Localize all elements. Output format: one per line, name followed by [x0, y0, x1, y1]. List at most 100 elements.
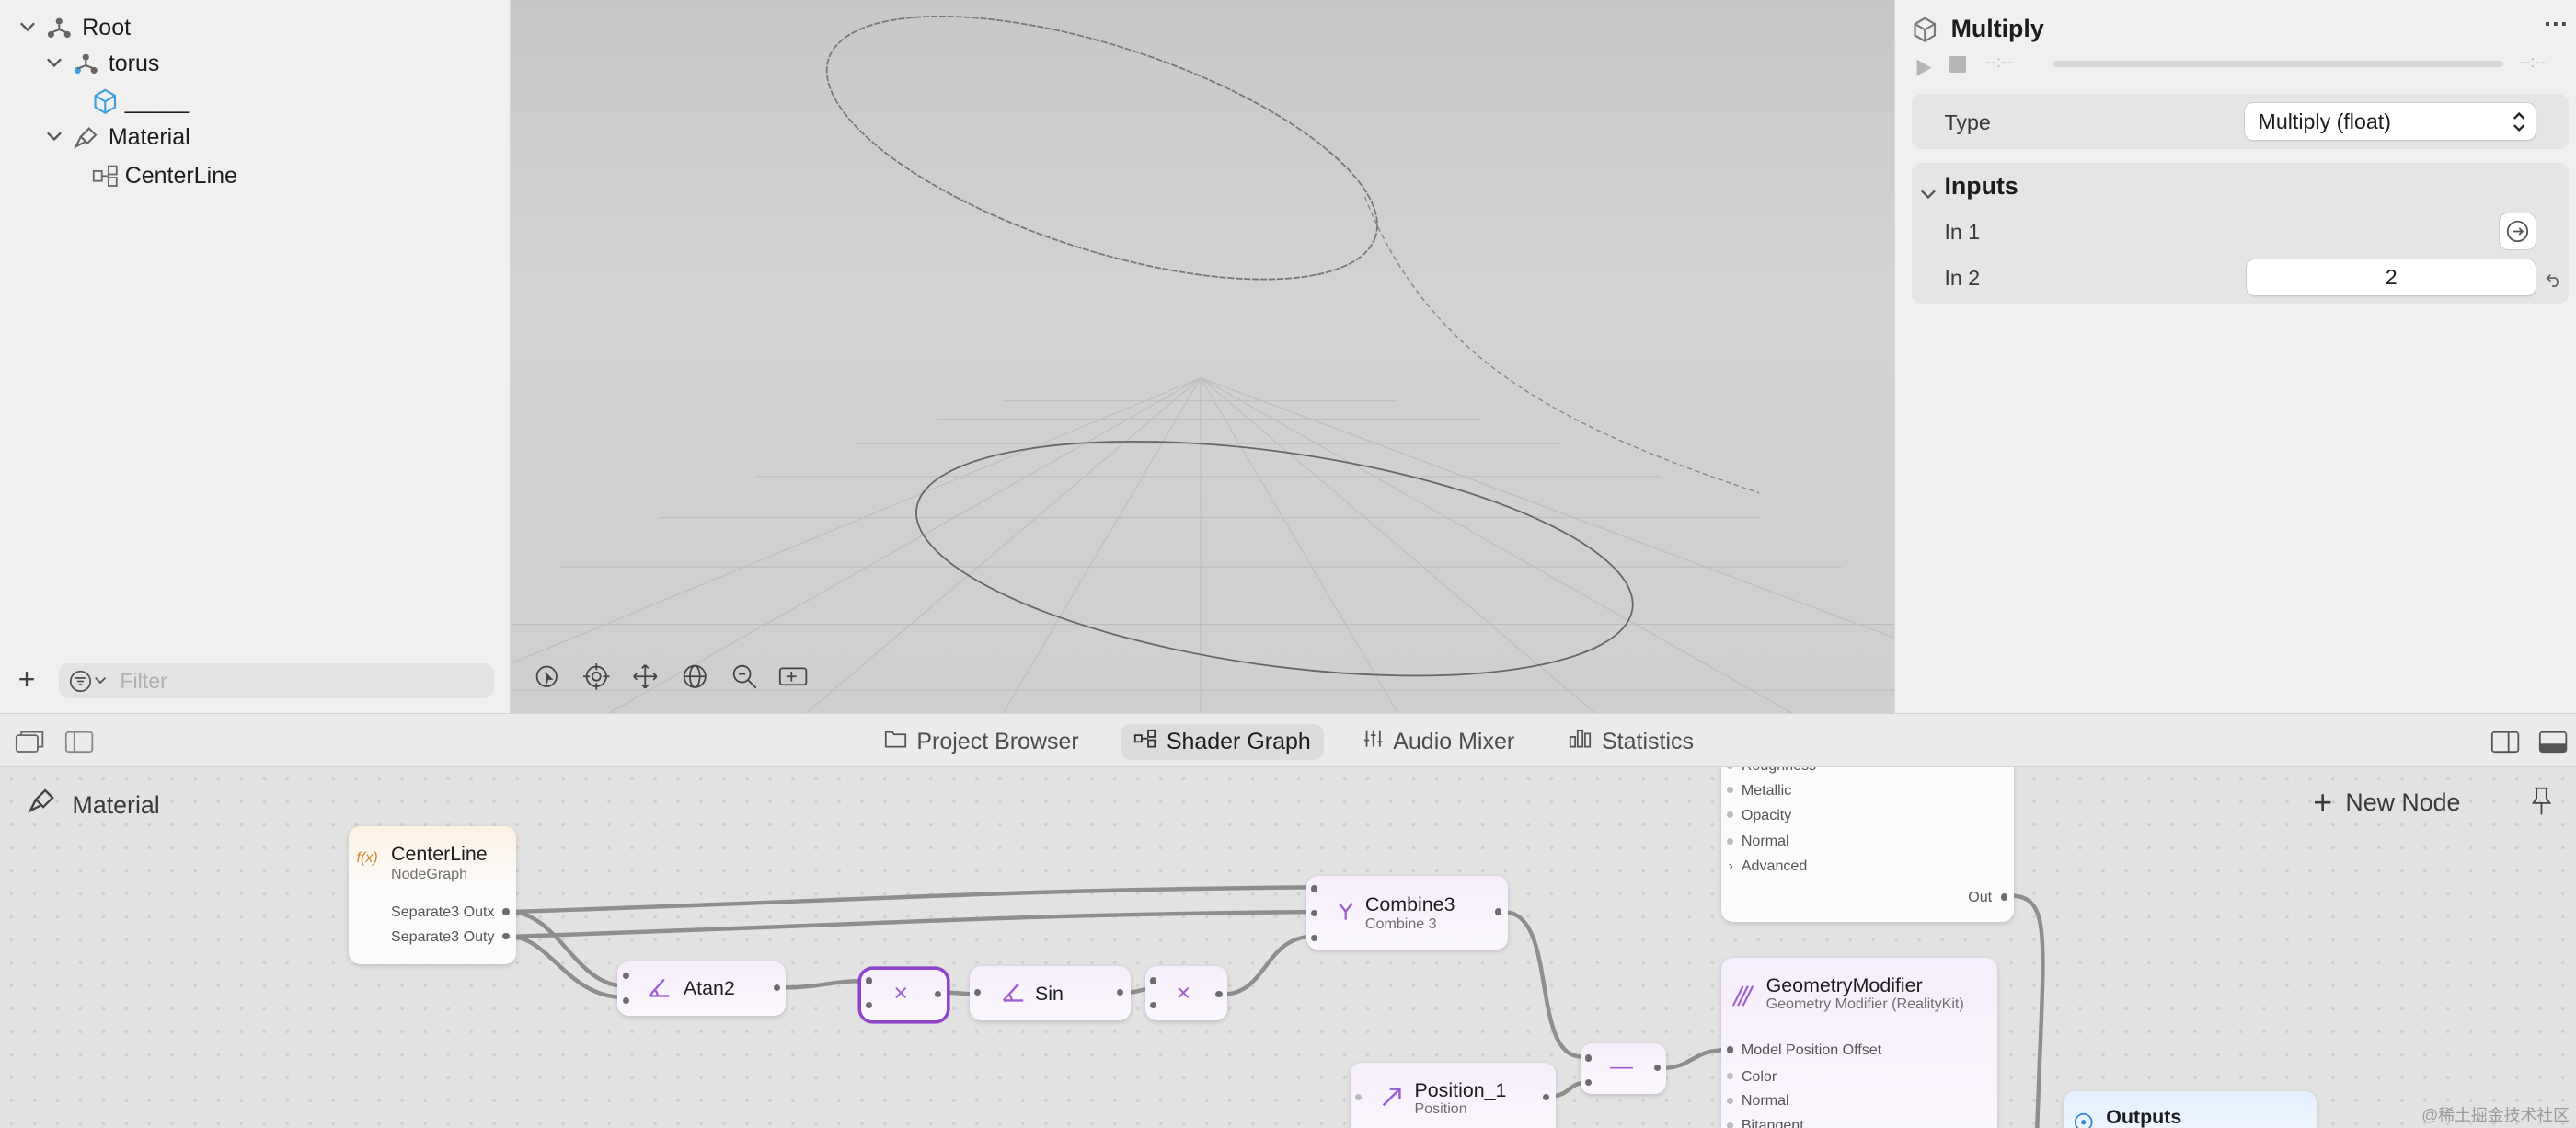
input-port-label: Normal: [1741, 833, 1789, 850]
input-port[interactable]: [973, 988, 982, 996]
input-port[interactable]: [1585, 1079, 1593, 1087]
output-port[interactable]: [774, 984, 781, 991]
tree-item-torus[interactable]: torus: [46, 46, 159, 82]
focus-icon[interactable]: [577, 657, 616, 696]
node-outputs[interactable]: Outputs: [2063, 1090, 2317, 1128]
tree-item-root[interactable]: Root: [19, 10, 131, 46]
sidebar-icon[interactable]: [64, 731, 94, 761]
chevron-down-icon[interactable]: [1920, 179, 1937, 210]
in1-label: In 1: [1944, 220, 1981, 245]
paintbrush-icon: [27, 787, 56, 823]
stop-icon[interactable]: [1949, 55, 1966, 73]
time-start: --:--: [1985, 52, 2012, 72]
input-port[interactable]: [622, 973, 629, 980]
new-node-button[interactable]: + New Node: [2313, 786, 2460, 819]
output-port[interactable]: [1494, 908, 1502, 915]
input-port[interactable]: [622, 996, 629, 1005]
input-port[interactable]: [1149, 977, 1157, 984]
input-port[interactable]: [1310, 935, 1318, 942]
node-title: Sin: [1034, 982, 1064, 1005]
camera-icon[interactable]: [774, 657, 813, 696]
input-port[interactable]: [866, 977, 873, 984]
chevron-down-icon[interactable]: [46, 128, 65, 147]
tab-label: Statistics: [1602, 728, 1694, 754]
tree-item-centerline[interactable]: CenterLine: [92, 157, 237, 193]
inputs-section: Inputs In 1 In 2 2: [1911, 162, 2570, 305]
hierarchy-icon: [46, 15, 73, 41]
type-label: Type: [1944, 109, 1991, 134]
output-port[interactable]: [1215, 990, 1223, 997]
reset-icon[interactable]: [2546, 264, 2562, 294]
input-port[interactable]: [1726, 766, 1733, 769]
node-multiply-selected[interactable]: ×: [860, 969, 947, 1020]
right-panel-icon[interactable]: [2490, 731, 2520, 761]
node-subtitle: Combine 3: [1364, 915, 1437, 932]
chevron-down-icon[interactable]: [19, 18, 39, 38]
node-subtract[interactable]: —: [1580, 1042, 1666, 1095]
more-icon[interactable]: ···: [2544, 10, 2569, 39]
chevron-down-icon[interactable]: [46, 54, 65, 74]
globe-icon[interactable]: [675, 657, 715, 696]
input-port[interactable]: [1726, 837, 1733, 845]
output-port[interactable]: [502, 908, 510, 915]
tree-item-mesh[interactable]: _____: [92, 84, 189, 120]
pin-icon[interactable]: [2530, 787, 2553, 823]
play-icon[interactable]: [1914, 54, 1933, 85]
node-combine3[interactable]: Combine3 Combine 3: [1305, 875, 1509, 950]
input-port[interactable]: [1355, 1094, 1363, 1101]
multiply-icon: ×: [1176, 979, 1191, 1007]
output-port[interactable]: [502, 933, 510, 940]
output-port[interactable]: [1117, 988, 1124, 996]
tree-item-label: CenterLine: [124, 162, 237, 189]
output-port[interactable]: [1654, 1065, 1662, 1072]
in2-field[interactable]: 2: [2247, 259, 2536, 296]
in2-value: 2: [2385, 265, 2398, 290]
input-port[interactable]: [1310, 910, 1318, 917]
input-port[interactable]: [1726, 1097, 1733, 1104]
output-port[interactable]: [2000, 893, 2008, 901]
input-port[interactable]: [1726, 1122, 1733, 1128]
orbit-icon[interactable]: [527, 657, 567, 696]
type-select[interactable]: Multiply (float): [2245, 103, 2536, 140]
timeline-scrubber[interactable]: [2053, 61, 2503, 68]
add-icon[interactable]: +: [18, 662, 36, 696]
windows-icon[interactable]: [15, 729, 44, 763]
tab-audio-mixer[interactable]: Audio Mixer: [1351, 724, 1528, 760]
zoom-icon[interactable]: [724, 657, 764, 696]
filter-menu-icon[interactable]: [69, 670, 107, 693]
input-port[interactable]: [1726, 1046, 1733, 1053]
input-port[interactable]: [1310, 885, 1318, 892]
node-geometry-modifier[interactable]: GeometryModifier Geometry Modifier (Real…: [1721, 958, 1998, 1128]
pan-icon[interactable]: [626, 657, 665, 696]
type-section: Type Multiply (float): [1911, 93, 2570, 150]
connect-input-icon[interactable]: [2500, 213, 2536, 250]
node-position[interactable]: Position_1 Position: [1350, 1063, 1557, 1128]
node-atan2[interactable]: Atan2: [617, 961, 786, 1016]
input-port[interactable]: [866, 1002, 873, 1009]
input-port[interactable]: [1726, 811, 1733, 819]
node-centerline[interactable]: f(x) CenterLine NodeGraph Separate3 Outx…: [348, 826, 516, 965]
node-title: Combine3: [1364, 893, 1455, 916]
filter-input[interactable]: Filter: [59, 663, 495, 698]
tree-item-material[interactable]: Material: [46, 120, 190, 155]
tab-shader-graph[interactable]: Shader Graph: [1120, 723, 1325, 760]
input-port[interactable]: [1149, 1002, 1157, 1009]
tab-statistics[interactable]: Statistics: [1556, 724, 1707, 760]
input-port[interactable]: [1585, 1054, 1593, 1062]
input-port[interactable]: [1726, 787, 1733, 794]
tab-project-browser[interactable]: Project Browser: [870, 724, 1092, 760]
node-sin[interactable]: Sin: [969, 965, 1131, 1020]
output-port[interactable]: [935, 990, 942, 997]
chevron-right-icon[interactable]: ›: [1729, 858, 1733, 875]
node-surface[interactable]: Roughness Metallic Opacity Normal › Adva…: [1721, 766, 2015, 922]
watermark: @稀土掘金技术社区: [2421, 1106, 2570, 1125]
input-port[interactable]: [1726, 1073, 1733, 1080]
bottom-panel-icon[interactable]: [2538, 731, 2568, 761]
output-port[interactable]: [1542, 1094, 1549, 1101]
subtract-icon: —: [1609, 1053, 1633, 1079]
filter-placeholder: Filter: [120, 668, 167, 693]
node-multiply[interactable]: ×: [1144, 965, 1227, 1020]
advanced-label[interactable]: Advanced: [1742, 858, 1807, 875]
3d-viewport[interactable]: [511, 0, 1895, 714]
shader-graph-canvas[interactable]: Material + New Node f(x) CenterLine Node…: [0, 766, 2576, 1128]
